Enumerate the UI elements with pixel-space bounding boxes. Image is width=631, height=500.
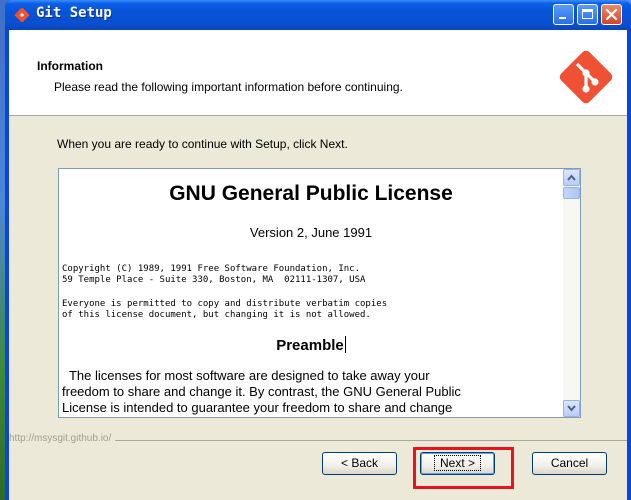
license-title: GNU General Public License [169,182,453,205]
page-subtitle: Please read the following important info… [54,80,403,94]
back-button[interactable]: < Back [322,452,397,475]
setup-window: Git Setup Information Please read the fo… [5,0,631,500]
license-text-area[interactable]: GNU General Public License Version 2, Ju… [58,168,581,418]
wizard-body: Information Please read the following im… [9,30,627,500]
page-title: Information [37,59,103,73]
preamble-heading: Preamble [62,336,560,354]
back-button-label: < Back [340,456,379,470]
paragraph-line: License is intended to guarantee your fr… [62,400,453,415]
license-version: Version 2, June 1991 [249,225,373,240]
window-title: Git Setup [36,5,112,21]
git-logo-icon [559,50,613,104]
copyright-line: Copyright (C) 1989, 1991 Free Software F… [62,264,361,274]
scroll-down-button[interactable] [563,400,580,417]
wizard-header: Information Please read the following im… [9,30,627,116]
permission-line: of this license document, but changing i… [62,310,371,320]
cancel-button-label: Cancel [550,456,589,470]
intro-text: When you are ready to continue with Setu… [57,137,348,151]
license-paragraph: The licenses for most software are desig… [62,368,560,416]
maximize-button[interactable] [577,4,598,25]
title-bar[interactable]: Git Setup [5,0,631,30]
chevron-down-icon [567,405,576,412]
paragraph-line: The licenses for most software are desig… [62,368,430,383]
git-app-icon [14,7,30,23]
highlight-box [413,447,514,489]
scroll-thumb[interactable] [563,187,580,199]
chevron-up-icon [567,174,576,181]
paragraph-line: freedom to share and change it. By contr… [62,384,461,399]
minimize-button[interactable] [553,4,574,25]
close-button[interactable] [601,4,622,25]
cancel-button[interactable]: Cancel [532,452,607,475]
close-icon [605,8,618,21]
status-url: http://msysgit.github.io/ [9,433,116,444]
scroll-up-button[interactable] [563,169,580,186]
address-line: 59 Temple Place - Suite 330, Boston, MA … [62,275,366,285]
preamble-text: Preamble [276,337,344,354]
text-cursor [344,336,346,353]
vertical-scrollbar[interactable] [563,169,580,417]
permission-line: Everyone is permitted to copy and distri… [62,299,388,309]
